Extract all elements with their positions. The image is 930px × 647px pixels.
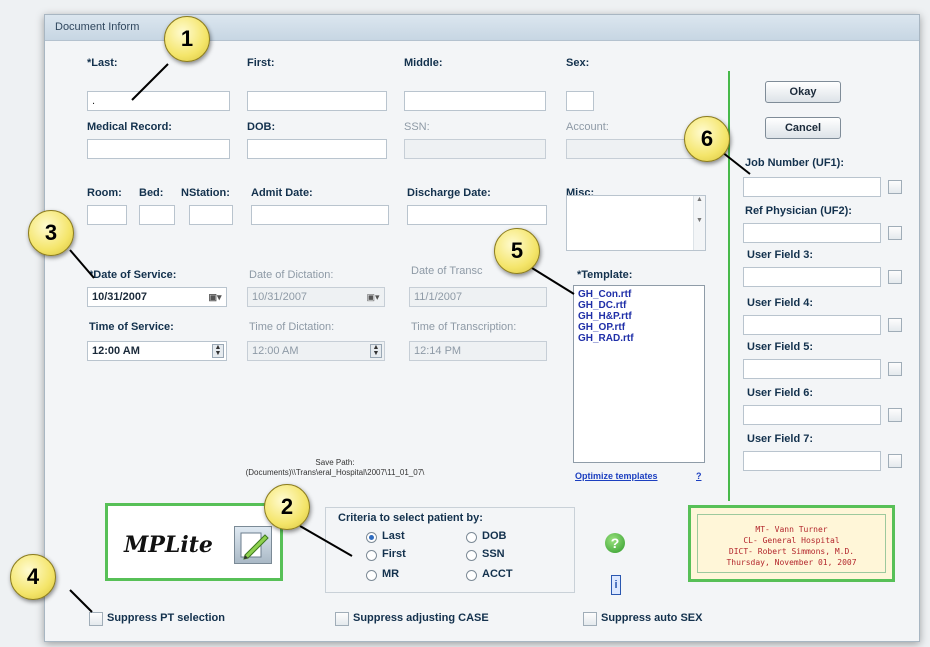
callout-badge: 6 — [684, 116, 730, 162]
callout-badge: 4 — [10, 554, 56, 600]
callout-badge: 1 — [164, 16, 210, 62]
callout-badge: 2 — [264, 484, 310, 530]
callout-badge: 5 — [494, 228, 540, 274]
callout-arrows — [69, 63, 751, 613]
callout-badge: 3 — [28, 210, 74, 256]
